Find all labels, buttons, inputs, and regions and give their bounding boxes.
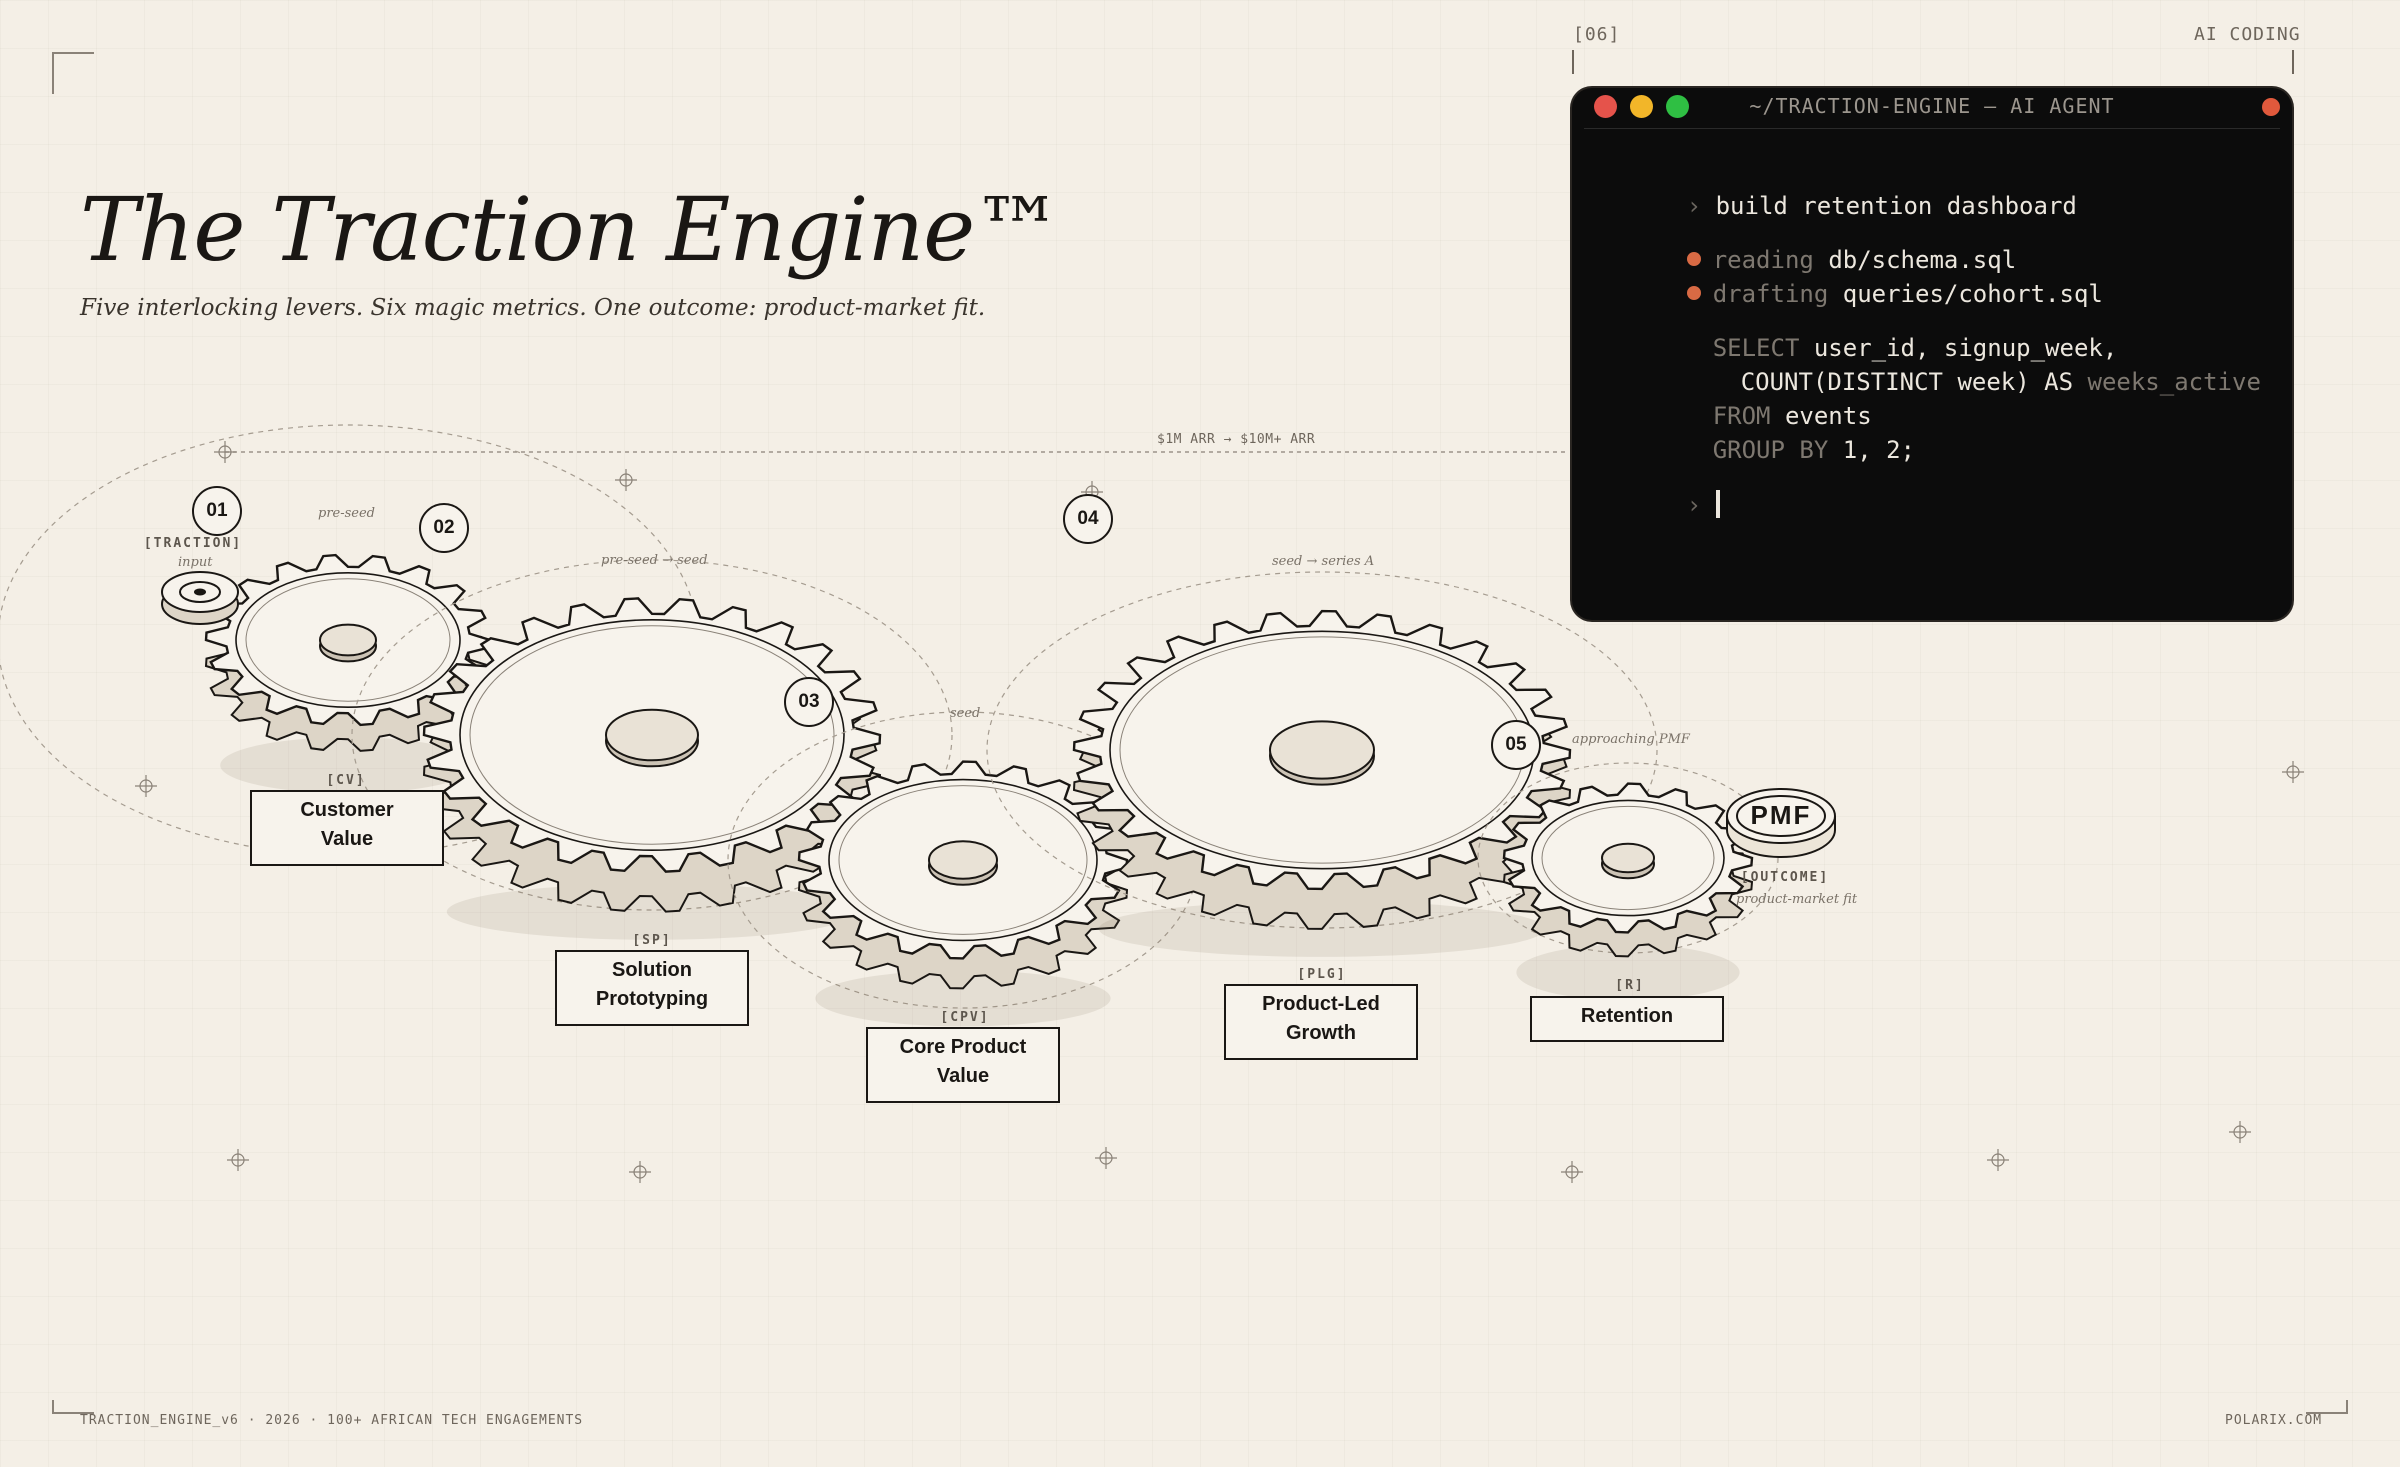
terminal-title: ~/TRACTION-ENGINE — AI AGENT — [1749, 94, 2115, 118]
lever-label-line: Core Product — [899, 1036, 1027, 1058]
outcome-note: product-market fit — [1736, 892, 1858, 907]
sql-group-cols: 1, 2; — [1842, 436, 1915, 464]
input-spindle-dot — [194, 588, 206, 596]
gear-hub — [1601, 842, 1655, 874]
lever-badge-03: 03 — [784, 677, 834, 727]
lever-label-solution-prototyping: Solution Prototyping — [555, 950, 749, 1026]
terminal-window[interactable]: ~/TRACTION-ENGINE — AI AGENT › build ret… — [1572, 88, 2292, 620]
lever-badge-04: 04 — [1063, 494, 1113, 544]
lever-badge-02: 02 — [419, 503, 469, 553]
lever-code-cv: [CV] — [326, 773, 366, 788]
stage-note-seed: seed — [950, 706, 981, 721]
prompt-icon: › — [1686, 192, 1702, 220]
traction-tag: [TRACTION] — [143, 536, 243, 551]
lever-code-sp: [SP] — [632, 933, 672, 948]
pmf-label: PMF — [1750, 800, 1812, 830]
gear-hub — [928, 840, 998, 880]
step-target: queries/cohort.sql — [1842, 280, 2103, 308]
input-note: input — [178, 555, 213, 570]
lever-code-cpv: [CPV] — [940, 1010, 990, 1025]
stage-note-pre-seed: pre-seed — [318, 506, 376, 521]
sql-alias: weeks_active — [2087, 368, 2261, 396]
gear-hub — [319, 623, 377, 657]
gear-hub — [1269, 720, 1375, 780]
lever-label-line: Value — [936, 1065, 990, 1087]
terminal-command: build retention dashboard — [1715, 192, 2077, 220]
lever-label-line: Growth — [1286, 1022, 1356, 1044]
lever-badge-05: 05 — [1491, 720, 1541, 770]
sql-keyword: GROUP BY — [1712, 436, 1829, 464]
text-cursor[interactable] — [1715, 490, 1720, 518]
lever-label-retention: Retention — [1530, 996, 1724, 1042]
stage-note-approaching-pmf: approaching PMF — [1572, 732, 1690, 747]
lever-label-line: Customer — [300, 799, 394, 821]
lever-label-product-led-growth: Product-Led Growth — [1224, 984, 1418, 1060]
step-verb: drafting — [1712, 280, 1829, 308]
lever-label-line: Prototyping — [595, 988, 709, 1010]
footer-left: TRACTION_ENGINE_v6 · 2026 · 100+ AFRICAN… — [80, 1413, 584, 1428]
lever-code-r: [R] — [1615, 978, 1645, 993]
outcome-tag: [OUTCOME] — [1740, 870, 1830, 885]
stage-note-pre-seed-to-seed: pre-seed → seed — [601, 553, 708, 568]
lever-badge-01: 01 — [192, 486, 242, 536]
lever-label-line: Retention — [1580, 1005, 1674, 1027]
lever-code-plg: [PLG] — [1297, 967, 1347, 982]
lever-label-core-product-value: Core Product Value — [866, 1027, 1060, 1103]
lever-label-customer-value: Customer Value — [250, 790, 444, 866]
stage-note-seed-to-series-a: seed → series A — [1272, 554, 1375, 569]
lever-label-line: Product-Led — [1262, 993, 1380, 1015]
progress-dot-icon — [1686, 286, 1701, 300]
status-indicator — [2262, 98, 2280, 116]
terminal-titlebar: ~/TRACTION-ENGINE — AI AGENT — [1584, 88, 2280, 129]
arr-range-label: $1M ARR → $10M+ ARR — [1157, 432, 1316, 447]
lever-label-line: Solution — [612, 959, 692, 981]
prompt-icon: › — [1686, 491, 1702, 519]
lever-label-line: Value — [320, 828, 374, 850]
footer-right: POLARIX.COM — [2225, 1413, 2323, 1428]
gear-hub — [605, 708, 699, 762]
